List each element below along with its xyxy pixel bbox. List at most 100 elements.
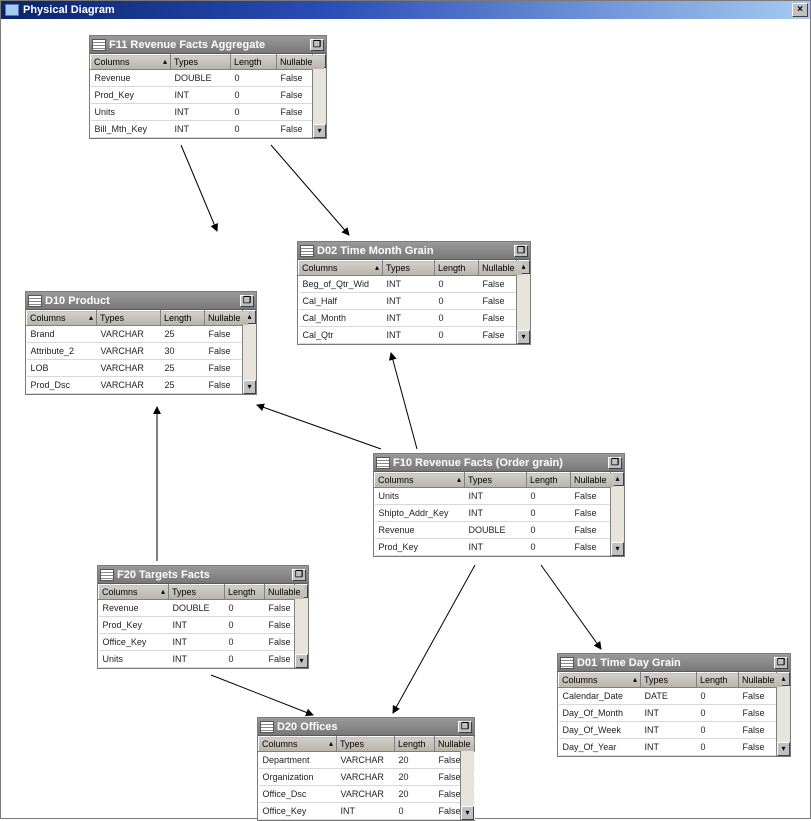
table-row[interactable]: Cal_MonthINT0False bbox=[299, 310, 523, 327]
table-row[interactable]: LOBVARCHAR25False bbox=[27, 360, 249, 377]
table-row[interactable]: Office_DscVARCHAR20False bbox=[259, 786, 475, 803]
column-header-columns[interactable]: Columns▴ bbox=[99, 585, 169, 600]
scroll-down-button[interactable]: ▾ bbox=[517, 330, 530, 344]
column-header-nullable[interactable]: Nullable bbox=[265, 585, 305, 600]
column-header-columns[interactable]: Columns▴ bbox=[375, 473, 465, 488]
column-header-nullable[interactable]: Nullable bbox=[435, 737, 475, 752]
restore-button[interactable]: ❐ bbox=[608, 457, 622, 469]
column-header-length[interactable]: Length bbox=[231, 55, 277, 70]
table-row[interactable]: Attribute_2VARCHAR30False bbox=[27, 343, 249, 360]
scroll-track[interactable] bbox=[611, 486, 624, 542]
column-header-nullable[interactable]: Nullable bbox=[739, 673, 783, 688]
column-header-length[interactable]: Length bbox=[395, 737, 435, 752]
cell-type: INT bbox=[465, 505, 527, 522]
column-header-length[interactable]: Length bbox=[435, 261, 479, 276]
scroll-track[interactable] bbox=[295, 598, 308, 654]
column-header-length[interactable]: Length bbox=[161, 311, 205, 326]
column-header-length[interactable]: Length bbox=[225, 585, 265, 600]
scroll-down-button[interactable]: ▾ bbox=[243, 380, 256, 394]
scroll-down-button[interactable]: ▾ bbox=[295, 654, 308, 668]
restore-button[interactable]: ❐ bbox=[458, 721, 472, 733]
entity-d10[interactable]: D10 Product❐Columns▴TypesLengthNullableB… bbox=[25, 291, 257, 395]
restore-button[interactable]: ❐ bbox=[310, 39, 324, 51]
table-row[interactable]: Office_KeyINT0False bbox=[259, 803, 475, 820]
column-header-columns[interactable]: Columns▴ bbox=[27, 311, 97, 326]
scroll-track[interactable] bbox=[461, 750, 474, 806]
column-header-types[interactable]: Types bbox=[171, 55, 231, 70]
titlebar[interactable]: Physical Diagram × bbox=[1, 1, 810, 19]
table-row[interactable]: Office_KeyINT0False bbox=[99, 634, 305, 651]
entity-f10[interactable]: F10 Revenue Facts (Order grain)❐Columns▴… bbox=[373, 453, 625, 557]
entity-f11[interactable]: F11 Revenue Facts Aggregate❐Columns▴Type… bbox=[89, 35, 327, 139]
cell-col: LOB bbox=[27, 360, 97, 377]
table-row[interactable]: Bill_Mth_KeyINT0False bbox=[91, 121, 325, 138]
restore-button[interactable]: ❐ bbox=[292, 569, 306, 581]
table-row[interactable]: DepartmentVARCHAR20False bbox=[259, 752, 475, 769]
table-row[interactable]: Day_Of_YearINT0False bbox=[559, 739, 783, 756]
table-row[interactable]: UnitsINT0False bbox=[375, 488, 615, 505]
entity-d02[interactable]: D02 Time Month Grain❐Columns▴TypesLength… bbox=[297, 241, 531, 345]
scroll-down-button[interactable]: ▾ bbox=[461, 806, 474, 820]
entity-header[interactable]: F20 Targets Facts❐ bbox=[98, 566, 308, 584]
column-header-columns[interactable]: Columns▴ bbox=[91, 55, 171, 70]
table-row[interactable]: Prod_KeyINT0False bbox=[91, 87, 325, 104]
restore-button[interactable]: ❐ bbox=[774, 657, 788, 669]
scroll-down-button[interactable]: ▾ bbox=[777, 742, 790, 756]
table-row[interactable]: RevenueDOUBLE0False bbox=[375, 522, 615, 539]
scroll-down-button[interactable]: ▾ bbox=[611, 542, 624, 556]
column-header-columns[interactable]: Columns▴ bbox=[299, 261, 383, 276]
entity-header[interactable]: F11 Revenue Facts Aggregate❐ bbox=[90, 36, 326, 54]
scroll-down-button[interactable]: ▾ bbox=[313, 124, 326, 138]
table-row[interactable]: Prod_DscVARCHAR25False bbox=[27, 377, 249, 394]
table-row[interactable]: UnitsINT0False bbox=[91, 104, 325, 121]
table-row[interactable]: OrganizationVARCHAR20False bbox=[259, 769, 475, 786]
table-row[interactable]: Prod_KeyINT0False bbox=[99, 617, 305, 634]
table-row[interactable]: Day_Of_WeekINT0False bbox=[559, 722, 783, 739]
entity-f20[interactable]: F20 Targets Facts❐Columns▴TypesLengthNul… bbox=[97, 565, 309, 669]
entity-d01[interactable]: D01 Time Day Grain❐Columns▴TypesLengthNu… bbox=[557, 653, 791, 757]
table-row[interactable]: Day_Of_MonthINT0False bbox=[559, 705, 783, 722]
table-row[interactable]: Beg_of_Qtr_WidINT0False bbox=[299, 276, 523, 293]
column-header-types[interactable]: Types bbox=[169, 585, 225, 600]
column-header-length[interactable]: Length bbox=[697, 673, 739, 688]
table-row[interactable]: BrandVARCHAR25False bbox=[27, 326, 249, 343]
table-row[interactable]: Calendar_DateDATE0False bbox=[559, 688, 783, 705]
connector-line bbox=[391, 353, 417, 449]
column-header-types[interactable]: Types bbox=[97, 311, 161, 326]
entity-d20[interactable]: D20 Offices❐Columns▴TypesLengthNullableD… bbox=[257, 717, 475, 821]
restore-button[interactable]: ❐ bbox=[514, 245, 528, 257]
table-row[interactable]: UnitsINT0False bbox=[99, 651, 305, 668]
diagram-canvas[interactable]: F11 Revenue Facts Aggregate❐Columns▴Type… bbox=[1, 19, 810, 818]
scroll-track[interactable] bbox=[777, 686, 790, 742]
table-row[interactable]: Prod_KeyINT0False bbox=[375, 539, 615, 556]
table-row[interactable]: RevenueDOUBLE0False bbox=[99, 600, 305, 617]
entity-header[interactable]: D01 Time Day Grain❐ bbox=[558, 654, 790, 672]
scroll-track[interactable] bbox=[313, 68, 326, 124]
cell-type: VARCHAR bbox=[97, 326, 161, 343]
column-header-nullable[interactable]: Nullable bbox=[205, 311, 249, 326]
column-header-columns[interactable]: Columns▴ bbox=[559, 673, 641, 688]
scroll-track[interactable] bbox=[517, 274, 530, 330]
entity-header[interactable]: D10 Product❐ bbox=[26, 292, 256, 310]
column-header-length[interactable]: Length bbox=[527, 473, 571, 488]
close-button[interactable]: × bbox=[792, 3, 808, 17]
column-header-nullable[interactable]: Nullable bbox=[571, 473, 615, 488]
column-header-types[interactable]: Types bbox=[383, 261, 435, 276]
cell-col: Cal_Month bbox=[299, 310, 383, 327]
column-header-types[interactable]: Types bbox=[337, 737, 395, 752]
table-row[interactable]: Shipto_Addr_KeyINT0False bbox=[375, 505, 615, 522]
column-header-types[interactable]: Types bbox=[465, 473, 527, 488]
scroll-track[interactable] bbox=[243, 324, 256, 380]
entity-header[interactable]: F10 Revenue Facts (Order grain)❐ bbox=[374, 454, 624, 472]
entity-header[interactable]: D20 Offices❐ bbox=[258, 718, 474, 736]
entity-header[interactable]: D02 Time Month Grain❐ bbox=[298, 242, 530, 260]
column-header-nullable[interactable]: Nullable bbox=[479, 261, 523, 276]
column-header-columns[interactable]: Columns▴ bbox=[259, 737, 337, 752]
restore-button[interactable]: ❐ bbox=[240, 295, 254, 307]
table-row[interactable]: RevenueDOUBLE0False bbox=[91, 70, 325, 87]
column-header-nullable[interactable]: Nullable bbox=[277, 55, 325, 70]
column-header-types[interactable]: Types bbox=[641, 673, 697, 688]
entity-body: Columns▴TypesLengthNullableCalendar_Date… bbox=[558, 672, 790, 756]
table-row[interactable]: Cal_HalfINT0False bbox=[299, 293, 523, 310]
table-row[interactable]: Cal_QtrINT0False bbox=[299, 327, 523, 344]
